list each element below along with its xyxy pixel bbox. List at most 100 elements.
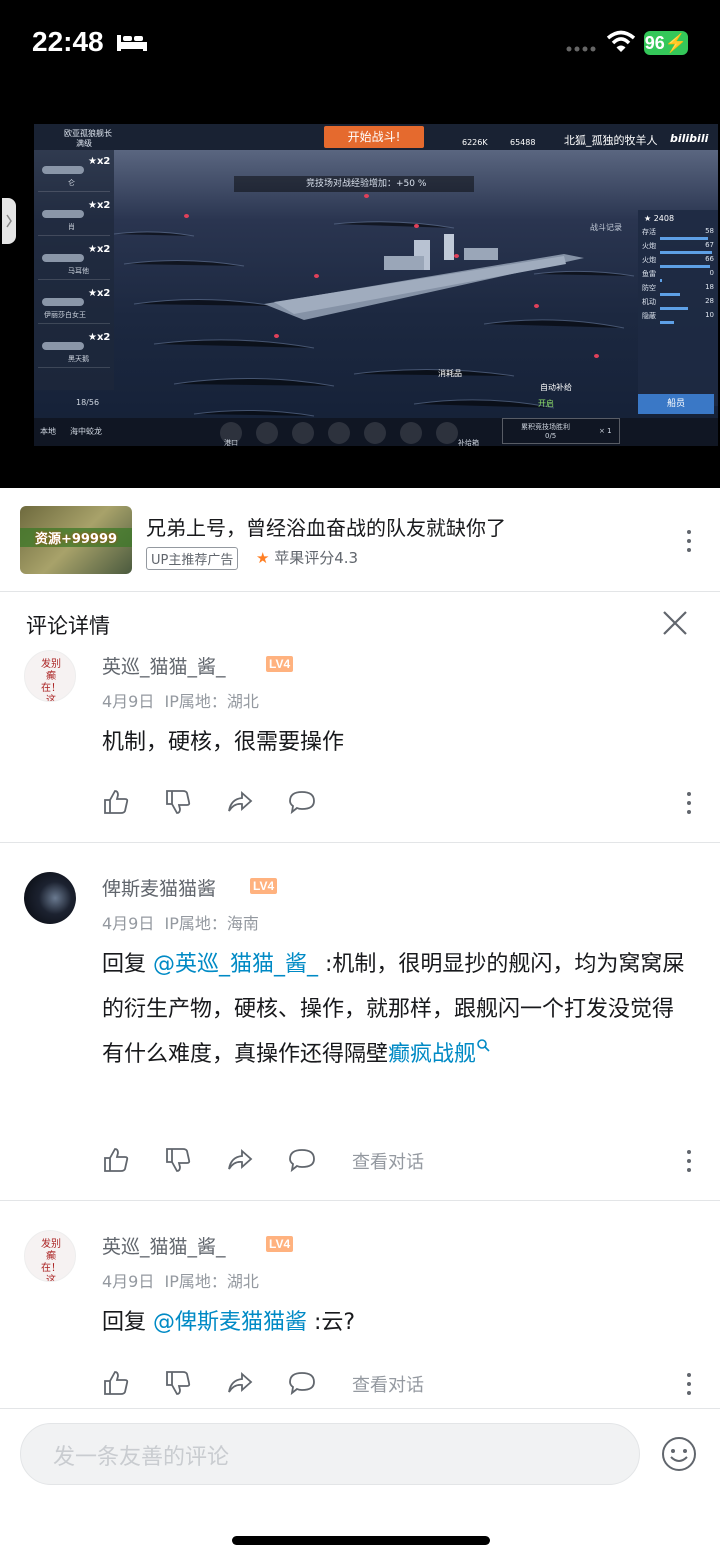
ad-title[interactable]: 兄弟上号，曾经浴血奋战的队友就缺你了 <box>146 512 506 541</box>
battery-indicator: 96⚡ <box>644 31 688 55</box>
share-icon[interactable] <box>226 1369 254 1397</box>
status-time: 22:48 <box>32 26 104 57</box>
game-stat-row: 鱼雷 0 <box>642 269 714 278</box>
bilibili-logo: bilibili <box>670 132 709 145</box>
game-ship-item: ★x2 肖 <box>38 196 110 236</box>
game-ship-list: ★x2 仑 ★x2 肖 ★x2 马耳他 ★x2 伊丽莎白女王 ★x2 黑天鹅 18/56 <box>34 150 114 407</box>
game-nav-icon[interactable] <box>292 422 314 444</box>
reply-icon[interactable] <box>288 1146 316 1174</box>
like-icon[interactable] <box>102 788 130 816</box>
keyword-link[interactable]: 癫疯战舰 <box>388 1042 476 1067</box>
game-supply-label: 补给箱 <box>458 439 479 446</box>
game-list-count: 18/56 <box>76 398 100 407</box>
avatar[interactable]: 发别癫在！这 <box>24 1230 76 1282</box>
comment-username[interactable]: 英巡_猫猫_酱_ <box>102 652 226 679</box>
comment-text: 回复 @俾斯麦猫猫酱 :云? <box>102 1310 356 1335</box>
dislike-icon[interactable] <box>164 1146 192 1174</box>
comment-text: 机制，硬核，很需要操作 <box>102 730 345 755</box>
dislike-icon[interactable] <box>164 1369 192 1397</box>
game-nav-icon[interactable] <box>328 422 350 444</box>
comment-meta: 4月9日 IP属地：海南 <box>102 914 259 933</box>
like-icon[interactable] <box>102 1146 130 1174</box>
video-title-overlay: 北狐_孤独的牧羊人 <box>564 134 658 147</box>
game-consumables: 消耗品 <box>438 369 462 378</box>
game-arena-progress: 累积竞技场胜利 0/5 × 1 <box>502 418 620 444</box>
more-icon[interactable] <box>685 530 693 554</box>
game-start-battle-button[interactable]: 开始战斗! <box>324 126 424 148</box>
ad-rating: ★ 苹果评分4.3 <box>256 549 359 567</box>
comment-actions: 查看对话 <box>102 1369 702 1399</box>
wifi-icon <box>606 30 636 52</box>
share-icon[interactable] <box>226 1146 254 1174</box>
level-badge: LV4 <box>266 1236 294 1252</box>
cellular-signal-icon <box>566 46 596 52</box>
more-icon[interactable] <box>685 1373 693 1397</box>
comment-text: 回复 @英巡_猫猫_酱_ :机制，很明显抄的舰闪，均为窝窝屎的衍生产物，硬核、操… <box>102 952 685 1067</box>
game-battle-record: 战斗记录 <box>590 223 622 232</box>
side-drawer-handle[interactable] <box>2 198 16 244</box>
game-ship-item: ★x2 仑 <box>38 152 110 192</box>
comment-actions: 查看对话 <box>102 1146 702 1176</box>
star-icon: ★ <box>256 549 270 567</box>
share-icon[interactable] <box>226 788 254 816</box>
divider <box>0 842 720 843</box>
level-badge: LV4 <box>250 878 278 894</box>
game-power: ★ 2408 <box>644 214 675 223</box>
mention-link[interactable]: @英巡_猫猫_酱_ <box>153 952 318 977</box>
ad-thumbnail[interactable]: 资源+99999 <box>20 506 132 574</box>
comment-meta: 4月9日 IP属地：湖北 <box>102 692 259 711</box>
game-ship-stats: ★ 2408 存活 58 火炮 67 火炮 66 鱼雷 0 防空 18 机动 28 隐蔽 10 <box>638 210 718 406</box>
search-icon[interactable] <box>476 1038 492 1054</box>
video-player[interactable]: 欧亚孤狼舰长 满级 开始战斗! 6226K 65488 北狐_孤独的牧羊人 bi… <box>0 90 720 488</box>
comment-username[interactable]: 英巡_猫猫_酱_ <box>102 1232 226 1259</box>
more-icon[interactable] <box>685 1150 693 1174</box>
view-conversation-link[interactable]: 查看对话 <box>352 1148 424 1174</box>
game-nav-icon[interactable] <box>364 422 386 444</box>
avatar[interactable]: 发别癫在！这 <box>24 650 76 702</box>
reply-icon[interactable] <box>288 788 316 816</box>
comment-username[interactable]: 俾斯麦猫猫酱 <box>102 874 216 901</box>
game-stat-row: 防空 18 <box>642 283 714 292</box>
status-bar: 22:48 96⚡ <box>0 0 720 90</box>
game-gold-value: 6226K <box>462 138 488 147</box>
comment-actions <box>102 788 702 818</box>
battleship-illustration <box>264 234 584 320</box>
like-icon[interactable] <box>102 1369 130 1397</box>
comment-input-placeholder: 发一条友善的评论 <box>53 1445 230 1470</box>
game-frame: 欧亚孤狼舰长 满级 开始战斗! 6226K 65488 北狐_孤独的牧羊人 bi… <box>34 124 718 446</box>
home-indicator[interactable] <box>232 1536 490 1545</box>
level-badge: LV4 <box>266 656 294 672</box>
game-stat-row: 火炮 66 <box>642 255 714 264</box>
close-icon[interactable] <box>660 608 690 638</box>
comment-input[interactable]: 发一条友善的评论 <box>20 1423 640 1485</box>
game-nav-icon[interactable] <box>256 422 278 444</box>
comment-detail-title: 评论详情 <box>26 614 110 638</box>
mention-link[interactable]: @俾斯麦猫猫酱 <box>153 1310 307 1335</box>
emoji-icon[interactable] <box>660 1435 698 1473</box>
dislike-icon[interactable] <box>164 788 192 816</box>
comment-input-bar: 发一条友善的评论 <box>0 1408 720 1558</box>
game-ship-item: ★x2 伊丽莎白女王 <box>38 284 110 324</box>
sleep-mode-icon <box>117 35 147 51</box>
game-bonus-banner: 竞技场对战经验增加：+50 % <box>234 176 474 192</box>
game-nav-icon[interactable] <box>400 422 422 444</box>
game-player-sub: 满级 <box>76 139 92 148</box>
game-auto-refill-toggle[interactable]: 开启 <box>538 398 554 409</box>
more-icon[interactable] <box>685 792 693 816</box>
game-top-bar: 欧亚孤狼舰长 满级 开始战斗! 6226K 65488 北狐_孤独的牧羊人 bi… <box>34 124 718 150</box>
game-stat-row: 存活 58 <box>642 227 714 236</box>
game-auto-refill: 自动补给 <box>540 383 572 392</box>
view-conversation-link[interactable]: 查看对话 <box>352 1371 424 1397</box>
avatar[interactable] <box>24 872 76 924</box>
game-crew-button[interactable]: 船员 <box>638 394 714 414</box>
game-nav-icon[interactable] <box>436 422 458 444</box>
comment-meta: 4月9日 IP属地：湖北 <box>102 1272 259 1291</box>
ad-tag: UP主推荐广告 <box>146 547 239 570</box>
game-port-label: 港口 <box>224 439 238 446</box>
game-stat-row: 火炮 67 <box>642 241 714 250</box>
game-local-label: 本地 <box>40 427 56 436</box>
game-ship-item: ★x2 马耳他 <box>38 240 110 280</box>
game-star-value: 65488 <box>510 138 536 147</box>
divider <box>0 1200 720 1201</box>
reply-icon[interactable] <box>288 1369 316 1397</box>
